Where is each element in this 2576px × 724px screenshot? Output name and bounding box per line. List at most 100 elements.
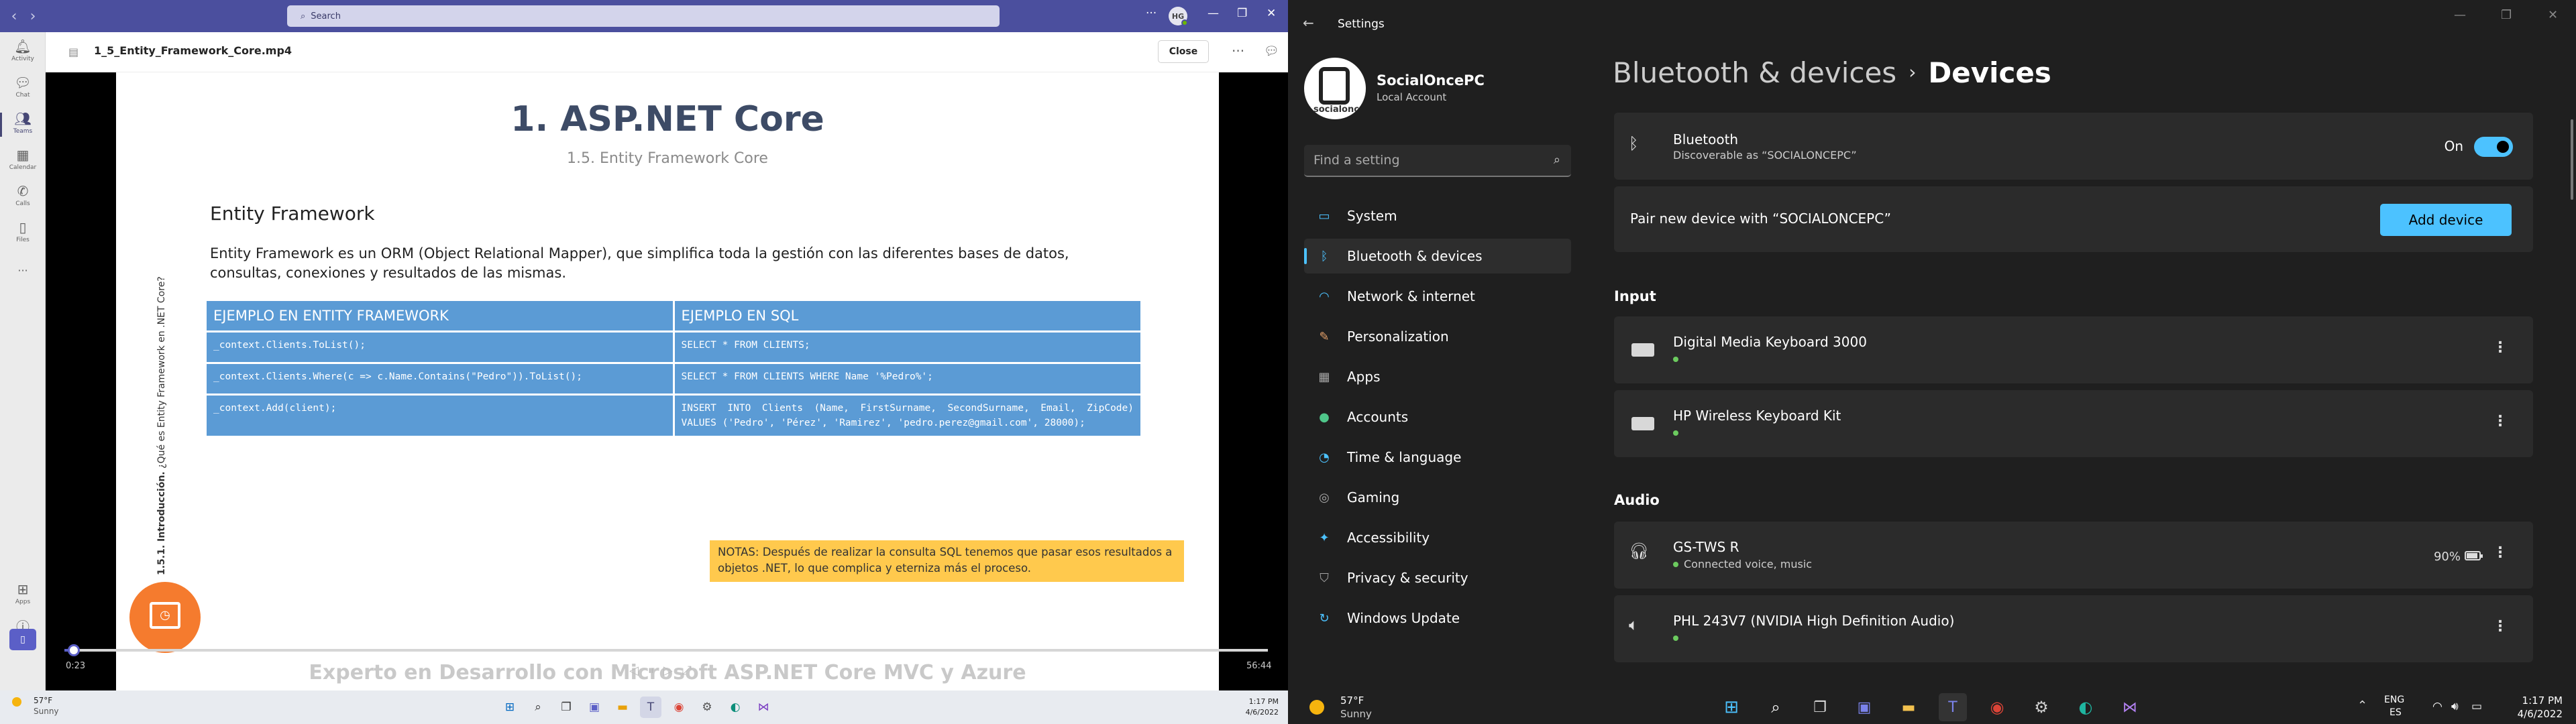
person-icon: ● [1319,410,1330,424]
sun-icon [1309,700,1324,715]
app-title: Settings [1338,17,1385,31]
language-code[interactable]: ENG [2384,695,2404,705]
chat-icon[interactable]: ▣ [584,697,605,718]
back-arrow-icon[interactable]: ← [1303,15,1314,31]
nav-item-system[interactable]: ▭ System [1304,198,1571,233]
teams-icon[interactable]: T [640,697,661,718]
nav-item-bluetooth-devices[interactable]: ᛒ Bluetooth & devices [1304,239,1571,274]
edge-icon[interactable]: ◐ [2072,693,2100,721]
maximize-icon[interactable]: ❐ [1237,7,1247,20]
nav-label: Accessibility [1347,530,1430,546]
rail-item-calendar[interactable]: ▦ Calendar [0,147,46,171]
edge-icon[interactable]: ◐ [724,697,746,718]
taskbar-date[interactable]: 4/6/2022 [2502,708,2563,720]
bluetooth-title: Bluetooth [1673,131,1739,147]
find-setting-input[interactable]: Find a setting ⌕ [1304,145,1571,177]
nav-item-accessibility[interactable]: ✦ Accessibility [1304,520,1571,555]
chat-bubble-icon[interactable]: 💬︎ [1264,44,1279,58]
battery-icon[interactable]: ▭ [2471,700,2482,713]
nav-label: Windows Update [1347,610,1460,626]
minimize-icon[interactable]: — [2454,8,2466,22]
start-icon[interactable]: ⊞ [499,697,521,718]
close-button[interactable]: Close [1158,40,1209,63]
breadcrumb-parent[interactable]: Bluetooth & devices [1613,56,1896,89]
nav-item-time-language[interactable]: ◔ Time & language [1304,440,1571,475]
teams-icon[interactable]: T [1939,693,1967,721]
speaker-icon: 🔈︎ [1629,615,1639,634]
user-avatar[interactable]: socialonce [1304,58,1366,119]
device-card[interactable]: Digital Media Keyboard 3000 ⋮ [1614,316,2533,383]
chrome-icon[interactable]: ◉ [1983,693,2011,721]
folder-icon[interactable]: ▬ [1894,693,1923,721]
nav-item-accounts[interactable]: ● Accounts [1304,400,1571,434]
device-card[interactable]: 🎧︎ GS-TWS R Connected voice, music 90% ⋮ [1614,522,2533,589]
calendar-icon: ▦ [16,147,30,163]
settings-icon[interactable]: ⚙ [696,697,718,718]
task-view-icon[interactable]: ❐ [555,697,577,718]
more-options-icon[interactable]: ⋮ [2493,618,2508,635]
video-player[interactable]: 1. ASP.NET Core 1.5. Entity Framework Co… [46,72,1288,690]
wifi-icon[interactable]: ◠ [2432,700,2443,713]
chrome-icon[interactable]: ◉ [668,697,690,718]
find-setting-placeholder: Find a setting [1313,153,1400,168]
more-options-icon[interactable]: ⋮ [2493,413,2508,430]
search-icon[interactable]: ⌕ [1762,693,1790,721]
mobile-app-button[interactable]: ▯ [9,629,36,650]
more-icon[interactable]: ··· [1146,7,1157,20]
progress-bar[interactable] [64,649,1268,652]
nav-item-windows-update[interactable]: ↻ Windows Update [1304,601,1571,636]
taskbar-time[interactable]: 1:17 PM [2509,695,2563,707]
monitor-icon: ▭ [1318,208,1330,223]
apps-icon: ⊞ [17,581,29,597]
more-options-icon[interactable]: ⋮ [2493,339,2508,356]
rail-item-chat[interactable]: 💬︎ Chat [0,75,46,99]
nav-item-personalization[interactable]: ✎ Personalization [1304,319,1571,354]
bluetooth-toggle[interactable] [2474,137,2513,157]
scrollbar[interactable] [2571,119,2573,200]
slide-note: NOTAS: Después de realizar la consulta S… [710,540,1184,582]
rail-item-activity[interactable]: 🔔︎ Activity [0,39,46,62]
user-name: SocialOncePC [1377,72,1485,88]
settings-icon[interactable]: ⚙ [2027,693,2055,721]
nav-item-privacy[interactable]: ⛉ Privacy & security [1304,560,1571,595]
more-options-icon[interactable]: ⋮ [2493,544,2508,561]
more-options-icon[interactable]: ··· [1232,43,1244,59]
visual-studio-icon[interactable]: ⋈ [753,697,774,718]
nav-label: Personalization [1347,328,1449,345]
chevron-up-icon[interactable]: ⌃ [2357,699,2367,713]
caption-rest: ¿Qué es Entity Framework en .NET Core? [156,276,167,472]
device-card[interactable]: HP Wireless Keyboard Kit ⋮ [1614,390,2533,457]
back-icon[interactable]: ‹ [7,8,21,25]
task-view-icon[interactable]: ❐ [1806,693,1834,721]
search-icon[interactable]: ⌕ [527,697,549,718]
close-icon[interactable]: ✕ [2548,8,2558,22]
chat-icon[interactable]: ▣ [1850,693,1878,721]
progress-knob[interactable] [67,644,80,656]
visual-studio-icon[interactable]: ⋈ [2116,693,2144,721]
nav-label: Bluetooth & devices [1347,248,1483,264]
forward-icon[interactable]: › [25,8,40,25]
rail-more-button[interactable]: ··· [0,264,46,277]
add-device-button[interactable]: Add device [2380,204,2512,236]
weather-condition: Sunny [1340,708,1372,720]
avatar[interactable]: HG [1169,7,1188,26]
folder-icon[interactable]: ▬ [612,697,633,718]
nav-item-gaming[interactable]: ◎ Gaming [1304,480,1571,515]
nav-item-apps[interactable]: ▦ Apps [1304,359,1571,394]
maximize-icon[interactable]: ❐ [2501,8,2512,22]
rail-item-files[interactable]: ▯ Files [0,220,46,243]
keyboard-icon [1631,417,1654,430]
rail-item-teams[interactable]: 👥︎ Teams [0,111,46,137]
avatar-initials: HG [1171,11,1185,21]
search-input[interactable]: ⌕ Search [287,5,1000,27]
nav-item-network[interactable]: ◠ Network & internet [1304,279,1571,314]
close-icon[interactable]: ✕ [1267,7,1276,20]
device-card[interactable]: 🔈︎ PHL 243V7 (NVIDIA High Definition Aud… [1614,595,2533,662]
rail-item-calls[interactable]: ✆ Calls [0,184,46,207]
start-icon[interactable]: ⊞ [1717,693,1746,721]
playback-controls[interactable]: ◁⏸▷⤢ [629,664,701,678]
gamepad-icon: ◎ [1319,490,1330,505]
minimize-icon[interactable]: — [1208,7,1219,20]
rail-item-apps[interactable]: ⊞ Apps [0,582,46,605]
volume-icon[interactable]: 🔊︎ [2451,700,2459,713]
